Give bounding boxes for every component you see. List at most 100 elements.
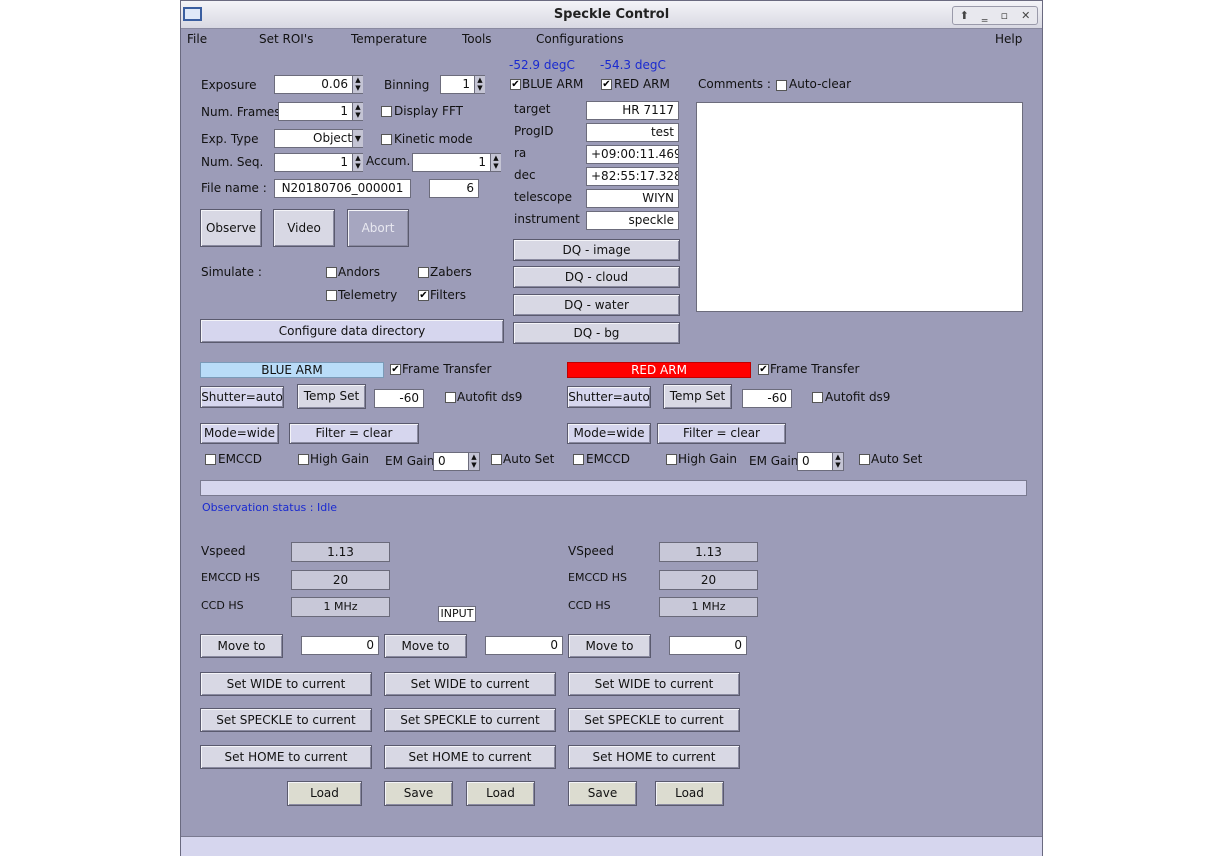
menu-file[interactable]: File (187, 32, 207, 46)
target-input[interactable]: HR 7117 (586, 101, 679, 120)
file-name-input[interactable]: N20180706_000001 (274, 179, 411, 198)
move-to-input-3[interactable]: 0 (669, 636, 747, 655)
set-home-button-2[interactable]: Set HOME to current (384, 745, 556, 769)
comments-textarea[interactable] (696, 102, 1023, 312)
red-emccd-checkbox[interactable] (573, 454, 584, 465)
binning-spinner[interactable]: ▲ ▼ (474, 76, 485, 93)
blue-filter-button[interactable]: Filter = clear (289, 423, 419, 444)
blue-em-gain-spinner[interactable]: ▲ ▼ (468, 453, 479, 470)
num-frames-input[interactable]: 1 (278, 102, 363, 121)
exposure-input[interactable]: 0.06 (274, 75, 363, 94)
red-vspeed-value: 1.13 (659, 542, 758, 562)
instrument-input[interactable]: speckle (586, 211, 679, 230)
telescope-input[interactable]: WIYN (586, 189, 679, 208)
blue-frame-transfer-checkbox[interactable]: ✔ (390, 364, 401, 375)
dq-image-button[interactable]: DQ - image (513, 239, 680, 261)
exp-type-select[interactable]: Object (274, 129, 363, 148)
num-frames-label: Num. Frames (201, 105, 281, 119)
exposure-spinner[interactable]: ▲ ▼ (352, 76, 363, 93)
minimize-icon[interactable]: ‗ (982, 9, 988, 22)
red-filter-button[interactable]: Filter = clear (657, 423, 786, 444)
blue-arm-checkbox[interactable]: ✔ (510, 79, 521, 90)
red-em-gain-label: EM Gain (749, 454, 799, 468)
red-ccd-hs-label: CCD HS (568, 599, 611, 612)
save-button-1[interactable]: Save (384, 781, 453, 806)
simulate-zabers-checkbox[interactable] (418, 267, 429, 278)
set-speckle-button-1[interactable]: Set SPECKLE to current (200, 708, 372, 732)
set-wide-button-1[interactable]: Set WIDE to current (200, 672, 372, 696)
menu-tools[interactable]: Tools (462, 32, 492, 46)
blue-auto-set-checkbox[interactable] (491, 454, 502, 465)
num-seq-input[interactable]: 1 (274, 153, 363, 172)
simulate-filters-checkbox[interactable]: ✔ (418, 290, 429, 301)
move-to-button-2[interactable]: Move to (384, 634, 467, 658)
red-temp-set-button[interactable]: Temp Set (663, 384, 732, 409)
file-index-input[interactable]: 6 (429, 179, 479, 198)
red-auto-set-checkbox[interactable] (859, 454, 870, 465)
set-speckle-button-3[interactable]: Set SPECKLE to current (568, 708, 740, 732)
move-to-button-3[interactable]: Move to (568, 634, 651, 658)
abort-button[interactable]: Abort (347, 209, 409, 247)
set-speckle-button-2[interactable]: Set SPECKLE to current (384, 708, 556, 732)
move-to-button-1[interactable]: Move to (200, 634, 283, 658)
file-name-label: File name : (201, 181, 267, 195)
save-button-2[interactable]: Save (568, 781, 637, 806)
load-button-2[interactable]: Load (466, 781, 535, 806)
load-button-3[interactable]: Load (655, 781, 724, 806)
red-temp-input[interactable]: -60 (742, 389, 792, 408)
maximize-icon[interactable]: ▫ (1001, 9, 1008, 22)
blue-temp-set-button[interactable]: Temp Set (297, 384, 366, 409)
blue-mode-button[interactable]: Mode=wide (200, 423, 279, 444)
menu-set-rois[interactable]: Set ROI's (259, 32, 313, 46)
move-to-input-1[interactable]: 0 (301, 636, 379, 655)
blue-emccd-checkbox[interactable] (205, 454, 216, 465)
display-fft-checkbox[interactable] (381, 106, 392, 117)
blue-shutter-button[interactable]: Shutter=auto (200, 386, 284, 408)
set-wide-button-2[interactable]: Set WIDE to current (384, 672, 556, 696)
load-button-1[interactable]: Load (287, 781, 362, 806)
accum-spinner[interactable]: ▲ ▼ (490, 154, 501, 171)
set-wide-button-3[interactable]: Set WIDE to current (568, 672, 740, 696)
menu-temperature[interactable]: Temperature (351, 32, 427, 46)
simulate-telemetry-checkbox[interactable] (326, 290, 337, 301)
menu-help[interactable]: Help (995, 32, 1022, 46)
instrument-label: instrument (514, 212, 580, 226)
blue-temp-input[interactable]: -60 (374, 389, 424, 408)
simulate-andors-label: Andors (338, 265, 380, 279)
red-mode-button[interactable]: Mode=wide (567, 423, 651, 444)
red-arm-checkbox[interactable]: ✔ (601, 79, 612, 90)
red-high-gain-checkbox[interactable] (666, 454, 677, 465)
video-button[interactable]: Video (273, 209, 335, 247)
pin-icon[interactable]: ⬆ (960, 9, 969, 22)
red-shutter-button[interactable]: Shutter=auto (567, 386, 651, 408)
set-home-button-3[interactable]: Set HOME to current (568, 745, 740, 769)
dq-bg-button[interactable]: DQ - bg (513, 322, 680, 344)
kinetic-mode-checkbox[interactable] (381, 134, 392, 145)
red-em-gain-spinner[interactable]: ▲ ▼ (832, 453, 843, 470)
num-seq-spinner[interactable]: ▲ ▼ (352, 154, 363, 171)
red-vspeed-label: VSpeed (568, 544, 614, 558)
close-icon[interactable]: ✕ (1021, 9, 1030, 22)
menu-configurations[interactable]: Configurations (536, 32, 624, 46)
observe-button[interactable]: Observe (200, 209, 262, 247)
dec-input[interactable]: +82:55:17.328 (586, 167, 679, 186)
accum-input[interactable]: 1 (412, 153, 501, 172)
num-frames-spinner[interactable]: ▲ ▼ (352, 103, 363, 120)
progid-input[interactable]: test (586, 123, 679, 142)
blue-high-gain-label: High Gain (310, 452, 369, 466)
move-to-input-2[interactable]: 0 (485, 636, 563, 655)
kinetic-mode-label: Kinetic mode (394, 132, 473, 146)
autoclear-checkbox[interactable] (776, 80, 787, 91)
set-home-button-1[interactable]: Set HOME to current (200, 745, 372, 769)
dq-water-button[interactable]: DQ - water (513, 294, 680, 316)
chevron-down-icon[interactable]: ▼ (352, 130, 363, 147)
red-frame-transfer-checkbox[interactable]: ✔ (758, 364, 769, 375)
dec-label: dec (514, 168, 536, 182)
configure-data-directory-button[interactable]: Configure data directory (200, 319, 504, 343)
dq-cloud-button[interactable]: DQ - cloud (513, 266, 680, 288)
blue-high-gain-checkbox[interactable] (298, 454, 309, 465)
blue-autofit-checkbox[interactable] (445, 392, 456, 403)
ra-input[interactable]: +09:00:11.469 (586, 145, 679, 164)
simulate-andors-checkbox[interactable] (326, 267, 337, 278)
red-autofit-checkbox[interactable] (812, 392, 823, 403)
